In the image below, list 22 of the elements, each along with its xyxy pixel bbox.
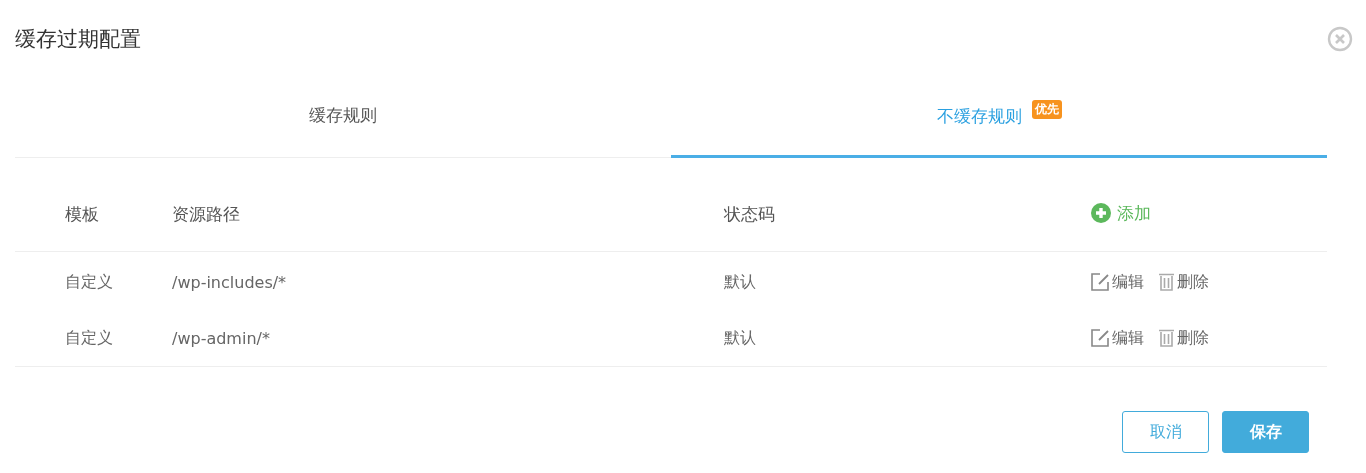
edit-link[interactable]: 编辑 xyxy=(1091,327,1144,349)
column-header: 资源路径 xyxy=(172,203,241,226)
table-cell-text: 自定义 xyxy=(65,327,114,349)
table-cell-text: 默认 xyxy=(724,327,757,349)
edit-link[interactable]: 编辑 xyxy=(1091,271,1144,293)
trash-icon xyxy=(1158,273,1175,291)
table-cell-text: /wp-includes/* xyxy=(172,272,288,292)
table-cell-text: /wp-admin/* xyxy=(172,328,271,348)
table-cell-text: 自定义 xyxy=(65,271,114,293)
close-icon[interactable] xyxy=(1327,26,1353,52)
priority-badge: 优先 xyxy=(1031,100,1062,119)
column-header: 状态码 xyxy=(724,203,776,226)
edit-icon xyxy=(1091,329,1110,347)
edit-icon xyxy=(1091,273,1110,291)
tab[interactable]: 缓存规则 xyxy=(15,78,671,157)
table-cell-text: 默认 xyxy=(724,271,757,293)
delete-link[interactable]: 删除 xyxy=(1158,271,1209,293)
column-header: 模板 xyxy=(65,203,100,226)
delete-link[interactable]: 删除 xyxy=(1158,327,1209,349)
dialog-title: 缓存过期配置 xyxy=(15,26,141,53)
trash-icon xyxy=(1158,329,1175,347)
plus-circle-icon xyxy=(1091,203,1111,224)
